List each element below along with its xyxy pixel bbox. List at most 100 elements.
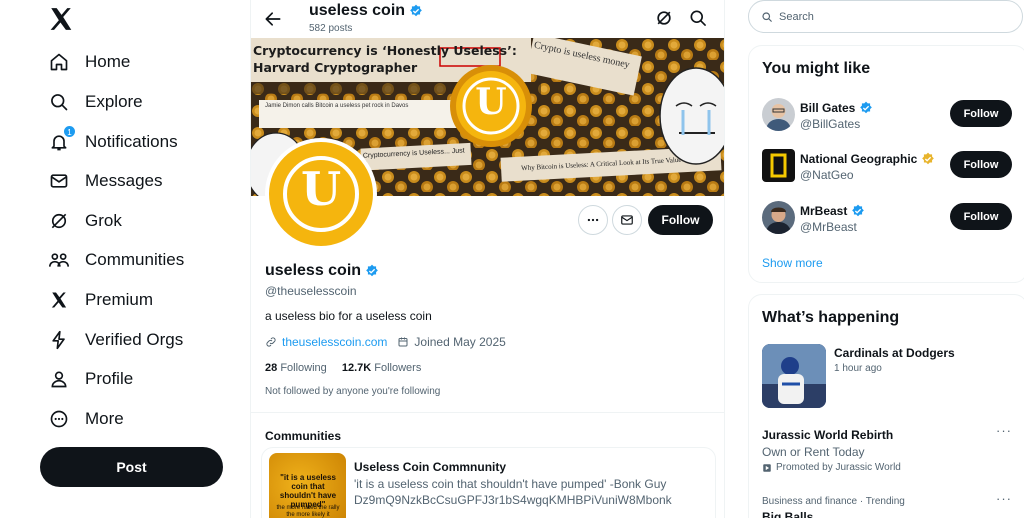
left-navigation: Home Explore 1 Notifications Messages Gr… (0, 0, 250, 518)
verified-badge-icon (852, 204, 865, 217)
banner-clip-mid: Jamie Dimon calls Bitcoin a useless pet … (265, 103, 409, 109)
nav-label: Notifications (85, 132, 178, 151)
nav-label: Grok (85, 211, 122, 230)
follow-button[interactable]: Follow (648, 205, 713, 235)
more-dots-icon (587, 218, 599, 222)
trend-title[interactable]: Big Balls (762, 510, 813, 518)
avatar (762, 98, 795, 131)
event-title[interactable]: Cardinals at Dodgers (834, 346, 955, 360)
joined-date: Joined May 2025 (414, 335, 506, 349)
follow-button[interactable]: Follow (950, 151, 1012, 178)
nav-item-premium[interactable]: Premium (48, 285, 153, 315)
grok-icon[interactable] (654, 8, 674, 28)
nav-item-profile[interactable]: Profile (48, 364, 133, 394)
nav-label: Home (85, 52, 131, 71)
nav-item-explore[interactable]: Explore (48, 87, 143, 117)
search-icon (762, 11, 772, 22)
avatar (762, 149, 795, 182)
right-sidebar: Search You might like Bill Gates @BillGa… (725, 0, 1024, 518)
suggested-account[interactable]: National Geographic @NatGeo Follow (762, 149, 1017, 189)
profile-avatar[interactable]: U (265, 138, 377, 250)
nav-label: Premium (85, 290, 154, 309)
followers-label: Followers (374, 362, 422, 374)
profile-stats: 28 Following 12.7K Followers (265, 362, 421, 374)
not-followed-note: Not followed by anyone you're following (265, 386, 441, 397)
x-logo-icon (48, 289, 70, 311)
account-name: Bill Gates (800, 101, 873, 115)
community-card[interactable]: "it is a useless coin that shouldn't hav… (261, 447, 716, 518)
back-arrow-icon[interactable] (263, 9, 283, 29)
nav-label: Communities (85, 250, 185, 269)
mail-icon (48, 170, 70, 192)
nav-item-communities[interactable]: Communities (48, 245, 184, 275)
follow-button[interactable]: Follow (950, 203, 1012, 230)
notification-badge: 1 (63, 125, 76, 138)
divider (251, 412, 724, 413)
nav-label: Profile (85, 369, 134, 388)
profile-meta: theuselesscoin.com Joined May 2025 (265, 335, 506, 349)
search-input[interactable]: Search (748, 0, 1023, 33)
nav-label: More (85, 409, 124, 428)
nav-label: Messages (85, 171, 163, 190)
more-options-button[interactable] (578, 205, 608, 235)
verified-badge-icon (366, 264, 378, 277)
followers-link[interactable]: 12.7K Followers (342, 362, 422, 374)
following-label: Following (280, 362, 327, 374)
promoted-by-text: Promoted by Jurassic World (776, 462, 901, 473)
verified-badge-icon (860, 101, 873, 114)
nav-item-verified-orgs[interactable]: Verified Orgs (48, 325, 183, 355)
x-logo-icon[interactable] (48, 6, 74, 32)
nav-item-home[interactable]: Home (48, 47, 130, 77)
gold-verified-badge-icon (922, 152, 935, 165)
account-name: National Geographic (800, 152, 935, 166)
nav-item-notifications[interactable]: 1 Notifications (48, 125, 178, 157)
account-name-text: MrBeast (800, 204, 848, 218)
lightning-icon (48, 329, 70, 351)
following-count: 28 (265, 362, 278, 374)
post-count: 582 posts (309, 23, 353, 34)
who-to-follow-title: You might like (762, 60, 871, 77)
more-options-icon[interactable]: ··· (996, 491, 1012, 506)
more-options-icon[interactable]: ··· (996, 423, 1012, 438)
nav-label: Explore (85, 92, 143, 111)
banner-coin-letter: U (475, 81, 507, 123)
more-circle-icon (48, 408, 70, 430)
account-name-text: Bill Gates (800, 101, 856, 115)
promoted-icon (763, 463, 771, 472)
account-handle: @MrBeast (800, 220, 857, 234)
suggested-account[interactable]: Bill Gates @BillGates Follow (762, 98, 1017, 138)
follow-button[interactable]: Follow (950, 100, 1012, 127)
promoted-title[interactable]: Jurassic World Rebirth (762, 428, 893, 442)
community-description: 'it is a useless coin that shouldn't hav… (354, 477, 672, 507)
avatar (762, 201, 795, 234)
grok-icon (48, 210, 70, 232)
whats-happening-panel: What’s happening Cardinals at Dodgers 1 … (748, 294, 1024, 518)
community-name: Useless Coin Commnunity (354, 460, 507, 474)
post-button[interactable]: Post (40, 447, 223, 487)
account-handle: @BillGates (800, 117, 861, 131)
search-icon[interactable] (688, 8, 708, 28)
profile-display-name: useless coin (265, 262, 362, 279)
promoted-by: Promoted by Jurassic World (762, 462, 901, 473)
nav-label: Verified Orgs (85, 330, 184, 349)
calendar-icon (398, 337, 408, 347)
search-placeholder: Search (779, 10, 814, 23)
nav-item-more[interactable]: More (48, 404, 124, 434)
who-to-follow-panel: You might like Bill Gates @BillGates Fol… (748, 45, 1024, 283)
profile-website-link[interactable]: theuselesscoin.com (282, 335, 387, 349)
suggested-account[interactable]: MrBeast @MrBeast Follow (762, 201, 1017, 241)
nav-item-grok[interactable]: Grok (48, 206, 122, 236)
profile-name: useless coin (265, 262, 379, 280)
event-image (762, 344, 826, 408)
following-link[interactable]: 28 Following (265, 362, 327, 374)
nav-item-messages[interactable]: Messages (48, 166, 162, 196)
banner-headline: Cryptocurrency is ‘Honestly Useless’: Ha… (253, 43, 517, 75)
communities-heading: Communities (265, 429, 342, 443)
thumbnail-subtext: the more hated the rally the more likely… (276, 505, 340, 518)
promoted-subtitle: Own or Rent Today (762, 445, 865, 459)
header-name: useless coin (309, 2, 406, 19)
show-more-link[interactable]: Show more (762, 256, 823, 270)
message-button[interactable] (612, 205, 642, 235)
community-thumbnail: "it is a useless coin that shouldn't hav… (269, 453, 346, 518)
mail-icon (621, 215, 633, 225)
